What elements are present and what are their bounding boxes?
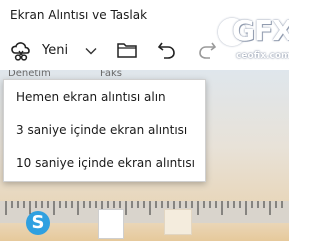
new-snip-button[interactable]: Yeni xyxy=(6,36,106,66)
document-icon xyxy=(98,209,124,239)
chevron-down-icon[interactable] xyxy=(84,44,98,58)
new-button-label: Yeni xyxy=(42,43,69,58)
canvas-text-left: Denetim xyxy=(8,70,51,79)
skype-icon: S xyxy=(26,211,50,235)
snip-icon xyxy=(11,42,30,61)
menu-item-snip-now[interactable]: Hemen ekran alıntısı alın xyxy=(4,82,205,112)
watermark-domain: ceofix.com xyxy=(236,51,289,61)
new-snip-dropdown-menu: Hemen ekran alıntısı alın 3 saniye içind… xyxy=(3,79,206,182)
undo-icon[interactable] xyxy=(154,37,180,63)
redo-icon[interactable] xyxy=(194,37,220,63)
window-title: Ekran Alıntısı ve Taslak xyxy=(10,8,148,22)
desktop-shortcut-icon xyxy=(164,209,192,235)
folder-icon[interactable] xyxy=(114,37,140,63)
watermark: GFX ceofix.com xyxy=(218,12,289,64)
menu-item-snip-in-10-seconds[interactable]: 10 saniye içinde ekran alıntısı xyxy=(4,148,205,178)
canvas-text-right: Faks xyxy=(100,70,122,79)
menu-item-snip-in-3-seconds[interactable]: 3 saniye içinde ekran alıntısı xyxy=(4,115,205,145)
watermark-logo: GFX xyxy=(232,14,289,47)
snip-and-sketch-window: Ekran Alıntısı ve Taslak Yeni GFX ceofix… xyxy=(0,0,289,241)
